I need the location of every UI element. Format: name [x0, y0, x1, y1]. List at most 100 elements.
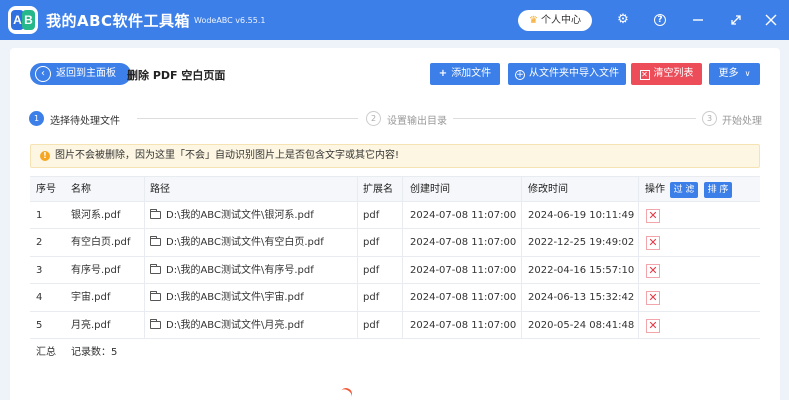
logo-letter-b: B: [22, 10, 35, 30]
col-name-header: 名称: [71, 184, 91, 195]
delete-icon[interactable]: ✕: [646, 209, 660, 223]
step-1-number: 1: [29, 111, 44, 126]
row-index: 4: [36, 292, 43, 304]
warning-text: 图片不会被删除，因为这里「不会」自动识别图片上是否包含文字或其它内容!: [55, 150, 400, 161]
row-index: 1: [36, 210, 43, 221]
clear-list-button[interactable]: ✕ 清空列表: [631, 63, 702, 85]
row-modified: 2024-06-13 15:32:42: [528, 292, 635, 304]
row-modified: 2022-12-25 19:49:02: [528, 237, 635, 249]
more-button[interactable]: 更多 ∨: [709, 63, 760, 85]
clear-list-label: 清空列表: [653, 68, 694, 79]
row-path: D:\我的ABC测试文件\宇宙.pdf: [150, 284, 304, 311]
maximize-icon[interactable]: [727, 11, 745, 29]
help-icon: ?: [654, 14, 666, 26]
col-index-header: 序号: [36, 184, 56, 195]
row-created: 2024-07-08 11:07:00: [410, 319, 517, 331]
col-modified-header: 修改时间: [528, 184, 568, 195]
row-ext: pdf: [363, 237, 380, 249]
table-row: 3 有序号.pdf D:\我的ABC测试文件\有序号.pdf pdf 2024-…: [30, 256, 760, 285]
row-ext: pdf: [363, 292, 380, 304]
row-name: 有空白页.pdf: [71, 237, 131, 249]
chevron-left-icon: ‹: [35, 66, 51, 82]
step-2-number: 2: [366, 111, 381, 126]
crown-icon: ♛: [529, 15, 538, 26]
row-modified: 2020-05-24 08:41:48: [528, 319, 635, 331]
close-icon[interactable]: [762, 11, 780, 29]
row-modified: 2022-04-16 15:57:10: [528, 264, 635, 276]
filter-button[interactable]: 过 滤: [670, 182, 698, 198]
row-path: D:\我的ABC测试文件\银河系.pdf: [150, 202, 314, 229]
folder-icon[interactable]: [150, 236, 161, 247]
table-row: 1 银河系.pdf D:\我的ABC测试文件\银河系.pdf pdf 2024-…: [30, 202, 760, 230]
folder-icon[interactable]: [150, 263, 161, 274]
row-path: D:\我的ABC测试文件\有空白页.pdf: [150, 229, 324, 256]
plus-icon: +: [438, 68, 448, 79]
step-connector: [137, 118, 358, 119]
row-index: 5: [36, 319, 43, 331]
table-header: 序号 名称 路径 扩展名 创建时间 修改时间 操作 过 滤 排 序: [30, 176, 760, 202]
col-created-header: 创建时间: [410, 184, 450, 195]
row-created: 2024-07-08 11:07:00: [410, 210, 517, 221]
back-label: 返回到主面板: [56, 68, 116, 79]
folder-icon[interactable]: [150, 209, 161, 219]
page-title: 删除 PDF 空白页面: [127, 69, 226, 82]
col-ext-header: 扩展名: [363, 184, 393, 195]
row-created: 2024-07-08 11:07:00: [410, 292, 517, 304]
row-ext: pdf: [363, 319, 380, 331]
row-index: 2: [36, 237, 43, 249]
row-name: 银河系.pdf: [71, 210, 121, 221]
help-button[interactable]: ?: [651, 11, 669, 29]
table-summary: 汇总 记录数：5: [30, 339, 760, 365]
col-path-header: 路径: [150, 184, 170, 195]
row-created: 2024-07-08 11:07:00: [410, 237, 517, 249]
circle-plus-icon: +: [515, 70, 525, 80]
delete-icon[interactable]: ✕: [646, 291, 660, 306]
step-connector: [453, 118, 696, 119]
import-folder-label: 从文件夹中导入文件: [529, 68, 619, 79]
import-folder-button[interactable]: + 从文件夹中导入文件: [508, 63, 626, 85]
step-3-label: 开始处理: [722, 116, 762, 127]
row-path: D:\我的ABC测试文件\有序号.pdf: [150, 257, 314, 284]
chevron-down-icon: ∨: [744, 69, 751, 78]
table-row: 2 有空白页.pdf D:\我的ABC测试文件\有空白页.pdf pdf 202…: [30, 229, 760, 257]
minimize-icon[interactable]: [689, 11, 707, 29]
step-1-label: 选择待处理文件: [50, 116, 120, 127]
gear-icon[interactable]: ⚙: [614, 11, 632, 29]
folder-icon[interactable]: [150, 291, 161, 302]
main-panel: ‹ 返回到主面板 删除 PDF 空白页面 + 添加文件 + 从文件夹中导入文件 ✕ 清…: [10, 48, 780, 400]
row-name: 宇宙.pdf: [71, 292, 111, 304]
row-name: 月亮.pdf: [71, 319, 111, 331]
delete-icon[interactable]: ✕: [646, 263, 660, 278]
file-table: 序号 名称 路径 扩展名 创建时间 修改时间 操作 过 滤 排 序 1 银河系.…: [30, 176, 760, 365]
app-version: WodeABC v6.55.1: [194, 16, 266, 25]
row-ext: pdf: [363, 264, 380, 276]
step-3-number: 3: [702, 111, 717, 126]
clear-icon: ✕: [639, 70, 650, 80]
row-name: 有序号.pdf: [71, 264, 121, 276]
record-count: 记录数：5: [71, 346, 118, 358]
back-to-main-button[interactable]: ‹ 返回到主面板: [30, 63, 131, 85]
folder-icon[interactable]: [150, 318, 161, 329]
user-center-label: 个人中心: [540, 15, 581, 26]
loading-spinner: [337, 385, 355, 400]
summary-label: 汇总: [36, 346, 56, 358]
warning-icon: !: [40, 151, 50, 161]
user-center-button[interactable]: ♛ 个人中心: [518, 10, 592, 31]
table-row: 5 月亮.pdf D:\我的ABC测试文件\月亮.pdf pdf 2024-07…: [30, 311, 760, 339]
add-file-button[interactable]: + 添加文件: [430, 63, 500, 85]
warning-banner: ! 图片不会被删除，因为这里「不会」自动识别图片上是否包含文字或其它内容!: [30, 144, 760, 168]
row-ext: pdf: [363, 210, 380, 221]
col-action-header: 操作: [645, 184, 665, 195]
row-path: D:\我的ABC测试文件\月亮.pdf: [150, 312, 304, 339]
app-title: 我的ABC软件工具箱: [46, 12, 191, 30]
delete-icon[interactable]: ✕: [646, 318, 660, 333]
sort-button[interactable]: 排 序: [704, 182, 732, 198]
table-row: 4 宇宙.pdf D:\我的ABC测试文件\宇宙.pdf pdf 2024-07…: [30, 284, 760, 312]
app-logo: A B: [8, 6, 38, 34]
row-created: 2024-07-08 11:07:00: [410, 264, 517, 276]
row-modified: 2024-06-19 10:11:49: [528, 210, 635, 221]
add-file-label: 添加文件: [451, 68, 492, 79]
delete-icon[interactable]: ✕: [646, 236, 660, 251]
row-index: 3: [36, 264, 43, 276]
title-bar: A B 我的ABC软件工具箱 WodeABC v6.55.1 ♛ 个人中心 ⚙ ?: [0, 0, 789, 40]
